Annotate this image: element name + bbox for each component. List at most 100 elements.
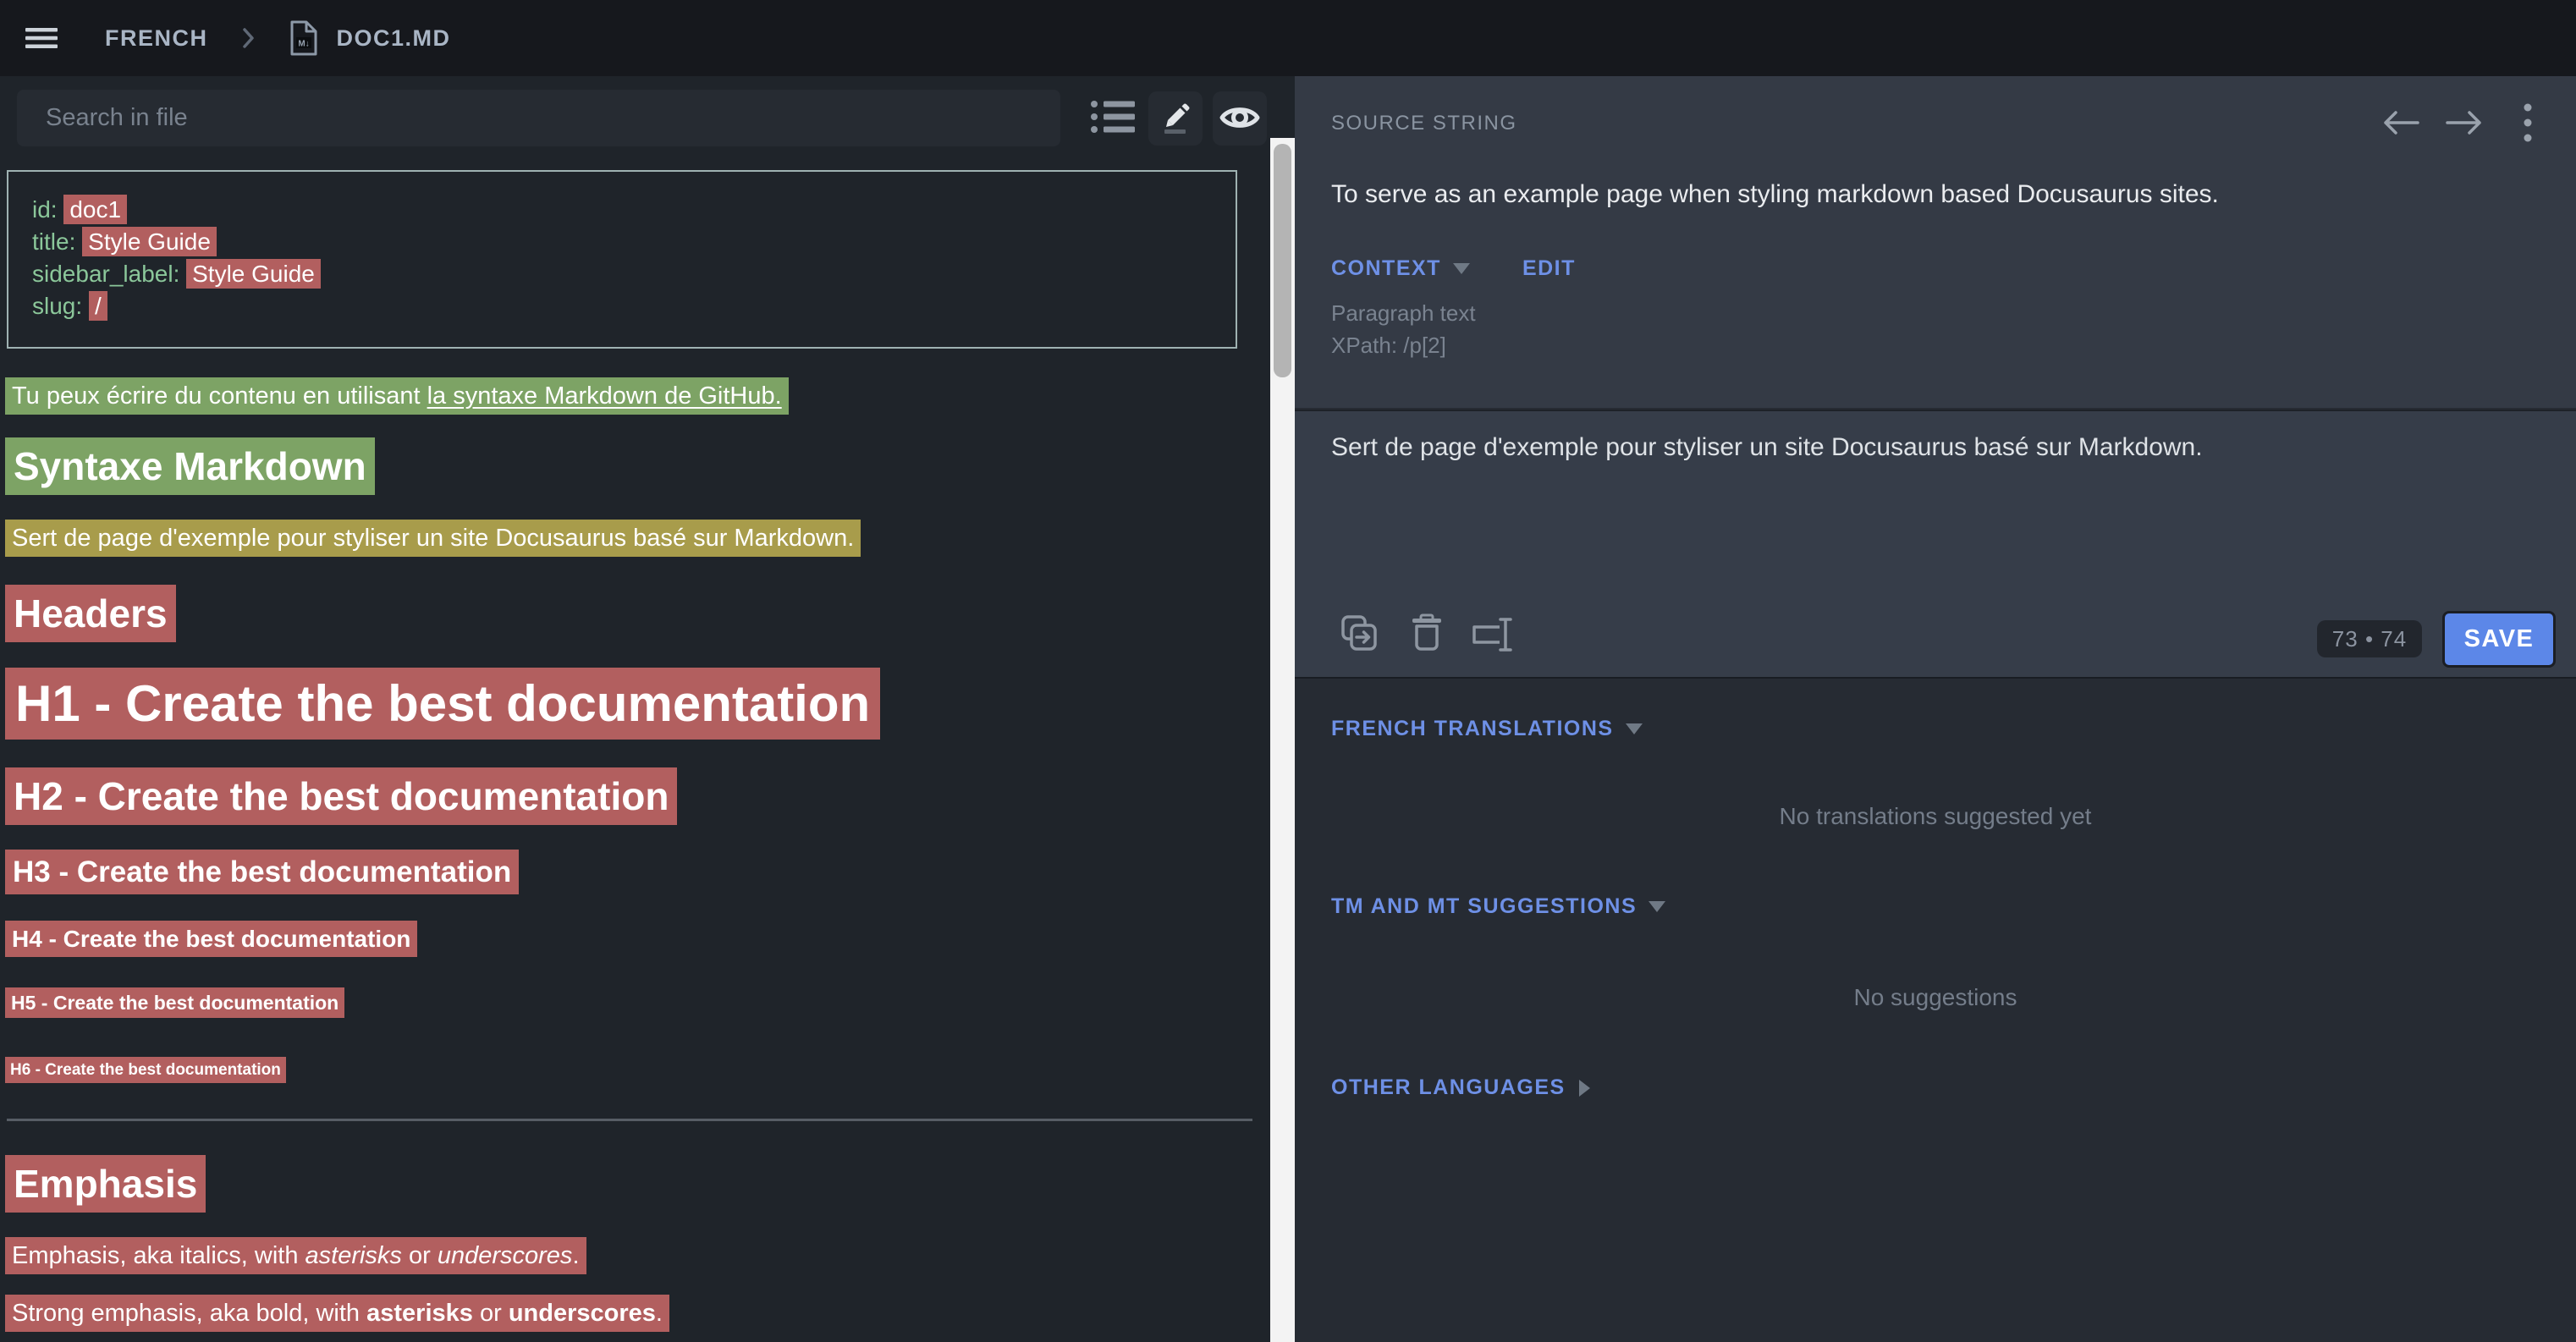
list-view-icon[interactable] xyxy=(1090,99,1136,135)
translation-panel: SOURCE STRING To serve as an example pag… xyxy=(1295,76,2576,1342)
translatable-string[interactable]: Emphasis xyxy=(5,1155,206,1213)
translations-empty-state: No translations suggested yet xyxy=(1295,805,2576,828)
char-counter-badge: 73 • 74 xyxy=(2317,620,2422,657)
section-other-languages[interactable]: OTHER LANGUAGES xyxy=(1331,1075,1590,1100)
frontmatter-key: slug: xyxy=(32,293,82,319)
app-window: FRENCH M↓ DOC1.MD id: doc1 title: Style … xyxy=(0,0,2576,1342)
delete-translation-icon[interactable] xyxy=(1410,613,1444,653)
edit-mode-button[interactable] xyxy=(1148,91,1203,146)
selected-string[interactable]: Sert de page d'exemple pour styliser un … xyxy=(5,520,861,557)
text-cursor-icon[interactable] xyxy=(1471,614,1515,655)
text-segment: Emphasis, aka italics, with xyxy=(12,1242,305,1269)
copy-source-icon[interactable] xyxy=(1339,613,1379,653)
text-segment: . xyxy=(656,1300,663,1327)
doc-paragraph-selected: Sert de page d'exemple pour styliser un … xyxy=(5,526,861,551)
translatable-string[interactable]: Emphasis, aka italics, with asterisks or… xyxy=(5,1237,586,1274)
chevron-down-icon xyxy=(1453,263,1470,274)
frontmatter-value-string[interactable]: doc1 xyxy=(63,195,127,224)
context-row: CONTEXT EDIT xyxy=(1331,256,1576,281)
eye-icon xyxy=(1219,103,1260,135)
source-string-section: SOURCE STRING To serve as an example pag… xyxy=(1295,76,2576,408)
frontmatter-line: sidebar_label: Style Guide xyxy=(32,258,1236,290)
translatable-string[interactable]: H2 - Create the best documentation xyxy=(5,767,677,825)
frontmatter-line: id: doc1 xyxy=(32,194,1236,226)
translatable-string[interactable]: Strong emphasis, aka bold, with asterisk… xyxy=(5,1295,669,1332)
section-label: TM AND MT SUGGESTIONS xyxy=(1331,894,1637,919)
next-string-icon[interactable] xyxy=(2446,109,2483,136)
frontmatter-key: sidebar_label: xyxy=(32,261,179,287)
section-label: OTHER LANGUAGES xyxy=(1331,1075,1566,1100)
chevron-down-icon xyxy=(1626,723,1643,734)
doc-heading-emphasis: Emphasis xyxy=(5,1164,206,1203)
section-label: FRENCH TRANSLATIONS xyxy=(1331,717,1614,741)
hamburger-menu-icon[interactable] xyxy=(25,28,58,48)
translatable-string[interactable]: H4 - Create the best documentation xyxy=(5,921,417,957)
translatable-string[interactable]: H1 - Create the best documentation xyxy=(5,668,880,740)
search-input[interactable] xyxy=(17,90,1060,146)
section-tm-mt-suggestions[interactable]: TM AND MT SUGGESTIONS xyxy=(1331,894,1665,919)
breadcrumb-chevron-icon xyxy=(242,27,256,49)
italic-segment: asterisks xyxy=(305,1242,402,1269)
horizontal-rule xyxy=(7,1119,1252,1121)
text-segment: or xyxy=(473,1300,509,1327)
breadcrumb-file: DOC1.MD xyxy=(337,25,451,52)
doc-h3-line: H3 - Create the best documentation xyxy=(5,857,519,887)
translatable-string[interactable]: H6 - Create the best documentation xyxy=(5,1057,286,1083)
markdown-file-icon: M↓ xyxy=(289,19,318,57)
context-type: Paragraph text xyxy=(1331,302,1476,324)
doc-h4-line: H4 - Create the best documentation xyxy=(5,927,417,951)
doc-heading-headers: Headers xyxy=(5,594,176,633)
preview-button[interactable] xyxy=(1213,91,1267,146)
source-string-header: SOURCE STRING xyxy=(1331,112,1517,135)
section-french-translations[interactable]: FRENCH TRANSLATIONS xyxy=(1331,717,1643,741)
frontmatter-value-string[interactable]: Style Guide xyxy=(186,259,321,289)
edit-context-button[interactable]: EDIT xyxy=(1522,256,1576,281)
intro-link[interactable]: la syntaxe Markdown de GitHub. xyxy=(427,382,782,410)
translatable-string[interactable]: Syntaxe Markdown xyxy=(5,437,375,495)
previous-string-icon[interactable] xyxy=(2382,109,2419,136)
chevron-down-icon xyxy=(1649,901,1665,912)
doc-h5-line: H5 - Create the best documentation xyxy=(5,993,344,1013)
context-xpath: XPath: /p[2] xyxy=(1331,334,1446,356)
save-button[interactable]: SAVE xyxy=(2442,611,2556,668)
more-menu-icon[interactable] xyxy=(2524,103,2532,142)
chevron-right-icon xyxy=(1579,1080,1590,1097)
frontmatter-value-string[interactable]: / xyxy=(89,291,107,321)
breadcrumb-project[interactable]: FRENCH xyxy=(105,25,208,52)
scrollbar-thumb[interactable] xyxy=(1274,144,1291,377)
topbar: FRENCH M↓ DOC1.MD xyxy=(0,0,2576,76)
frontmatter-key: id: xyxy=(32,196,58,223)
suggestions-section: FRENCH TRANSLATIONS No translations sugg… xyxy=(1295,677,2576,1342)
frontmatter-value-string[interactable]: Style Guide xyxy=(82,227,217,256)
text-segment: or xyxy=(402,1242,438,1269)
doc-h6-line: H6 - Create the best documentation xyxy=(5,1062,286,1078)
bold-segment: underscores xyxy=(509,1300,656,1327)
text-segment: . xyxy=(572,1242,579,1269)
doc-paragraph-intro: Tu peux écrire du contenu en utilisant l… xyxy=(5,384,789,409)
frontmatter-line: title: Style Guide xyxy=(32,226,1236,258)
translation-area: Sert de page d'exemple pour styliser un … xyxy=(1295,410,2576,677)
frontmatter-key: title: xyxy=(32,228,75,255)
bold-segment: asterisks xyxy=(366,1300,473,1327)
context-toggle[interactable]: CONTEXT xyxy=(1331,256,1441,281)
frontmatter-line: slug: / xyxy=(32,290,1236,322)
translatable-string[interactable]: Headers xyxy=(5,585,176,642)
intro-text: Tu peux écrire du contenu en utilisant xyxy=(12,382,427,410)
doc-paragraph-emphasis: Emphasis, aka italics, with asterisks or… xyxy=(5,1244,586,1268)
source-string-text: To serve as an example page when styling… xyxy=(1331,182,2219,207)
doc-paragraph-strong: Strong emphasis, aka bold, with asterisk… xyxy=(5,1301,669,1326)
text-segment: Strong emphasis, aka bold, with xyxy=(12,1300,366,1327)
translation-input[interactable]: Sert de page d'exemple pour styliser un … xyxy=(1331,435,2533,460)
translatable-string[interactable]: H5 - Create the best documentation xyxy=(5,987,344,1018)
document-scrollbar[interactable] xyxy=(1270,138,1295,1342)
frontmatter-block: id: doc1 title: Style Guide sidebar_labe… xyxy=(7,170,1237,349)
translatable-string[interactable]: H3 - Create the best documentation xyxy=(5,850,519,894)
pencil-icon xyxy=(1159,101,1192,137)
doc-h2-line: H2 - Create the best documentation xyxy=(5,777,677,816)
doc-h1-line: H1 - Create the best documentation xyxy=(5,679,880,729)
doc-heading-syntaxe: Syntaxe Markdown xyxy=(5,447,375,486)
translatable-string[interactable]: Tu peux écrire du contenu en utilisant l… xyxy=(5,377,789,415)
svg-text:M↓: M↓ xyxy=(298,40,309,49)
italic-segment: underscores xyxy=(438,1242,573,1269)
tm-empty-state: No suggestions xyxy=(1295,986,2576,1009)
